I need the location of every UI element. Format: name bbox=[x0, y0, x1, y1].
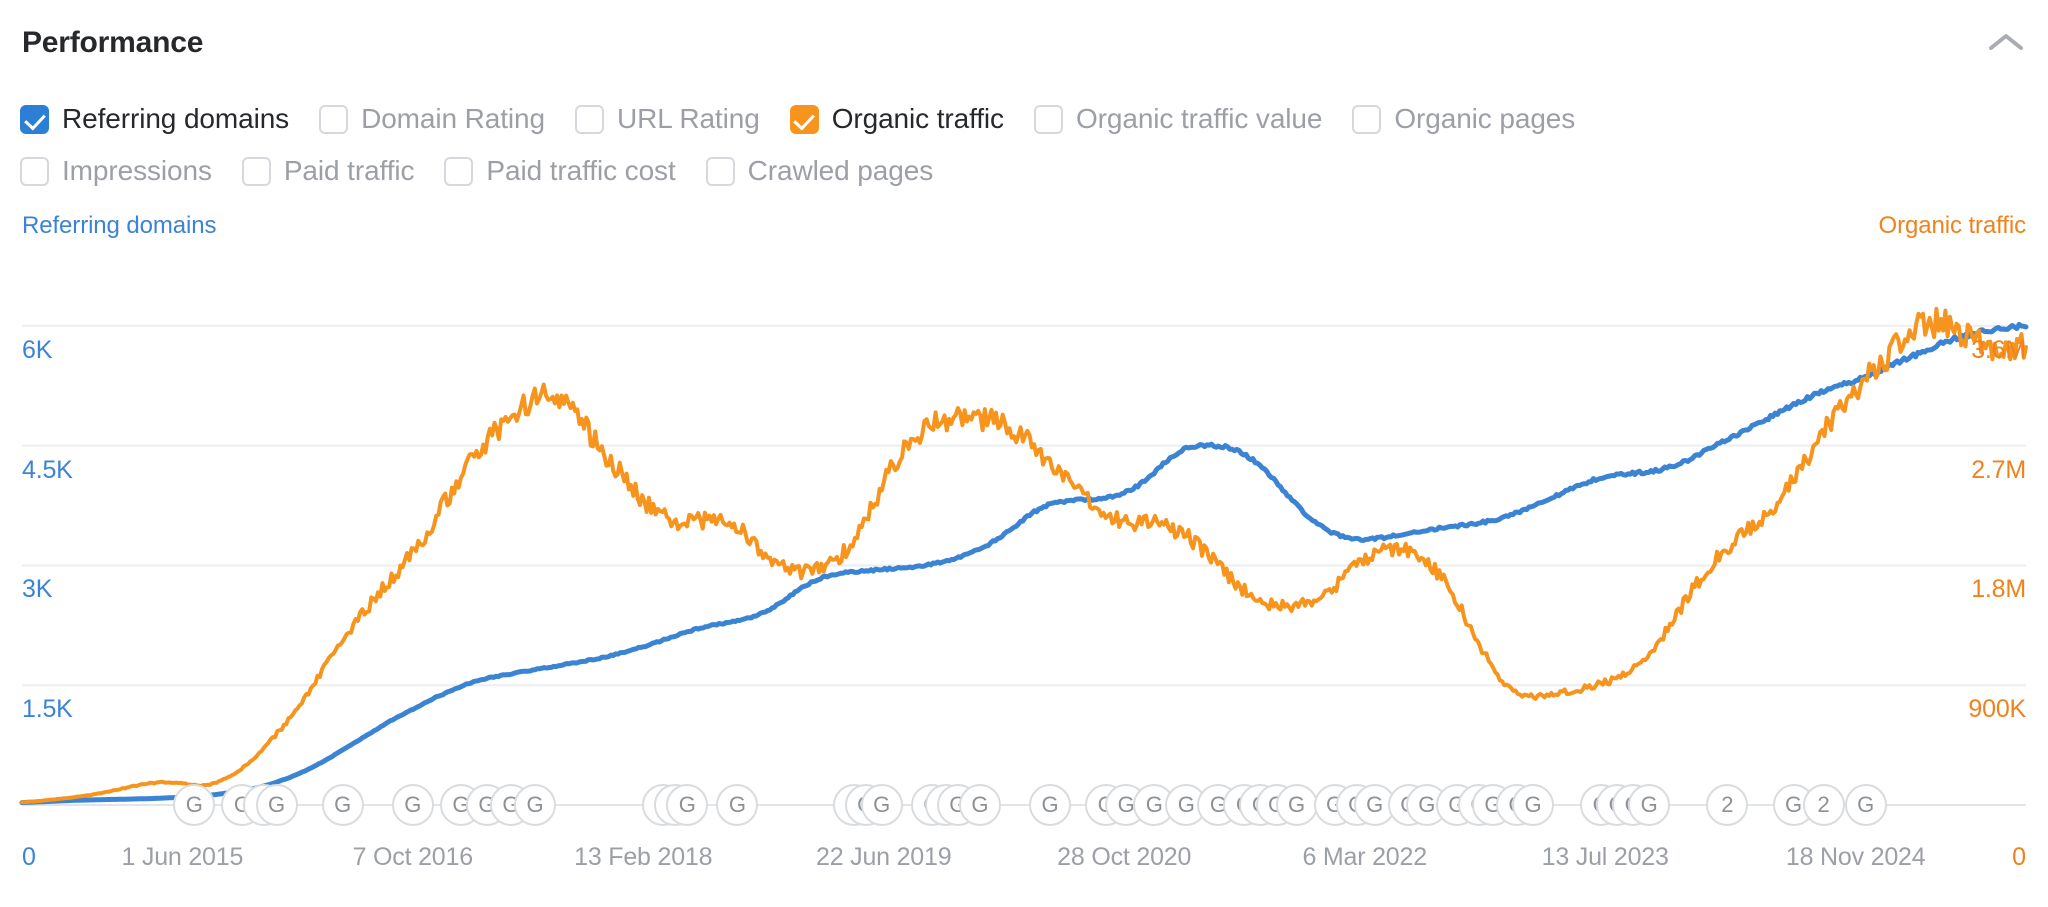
page-title: Performance bbox=[22, 26, 203, 60]
panel-header: Performance bbox=[0, 0, 2048, 76]
metric-label: Domain Rating bbox=[361, 103, 545, 135]
metric-label: Paid traffic cost bbox=[486, 155, 675, 187]
checkbox-icon[interactable] bbox=[1034, 105, 1063, 134]
google-update-badge[interactable]: G bbox=[1276, 784, 1318, 826]
google-update-badge[interactable]: G bbox=[716, 784, 758, 826]
left-axis-tick-label: 3K bbox=[22, 575, 52, 604]
right-axis-tick-label: 1.8M bbox=[1971, 575, 2026, 604]
metric-toggle-impressions[interactable]: Impressions bbox=[20, 155, 212, 187]
metric-toggle-paid-traffic[interactable]: Paid traffic bbox=[242, 155, 415, 187]
checkbox-icon[interactable] bbox=[1352, 105, 1381, 134]
right-axis-zero-label: 0 bbox=[2012, 843, 2026, 872]
metric-toggle-paid-traffic-cost[interactable]: Paid traffic cost bbox=[444, 155, 675, 187]
checkbox-icon[interactable] bbox=[319, 105, 348, 134]
checkbox-icon[interactable] bbox=[20, 105, 49, 134]
metric-toggles: Referring domains Domain Rating URL Rating… bbox=[20, 92, 2030, 196]
x-axis-tick-label: 28 Oct 2020 bbox=[1057, 843, 1191, 872]
x-axis-tick-label: 18 Nov 2024 bbox=[1786, 843, 1926, 872]
series-line-organic-traffic bbox=[22, 309, 2026, 802]
x-axis-tick-label: 13 Jul 2023 bbox=[1542, 843, 1669, 872]
plot-area[interactable] bbox=[0, 260, 2048, 845]
metric-label: Crawled pages bbox=[748, 155, 933, 187]
performance-chart: Referring domains Organic traffic 6K 4.5K… bbox=[0, 200, 2048, 907]
metric-toggle-domain-rating[interactable]: Domain Rating bbox=[319, 103, 545, 135]
x-axis-tick-label: 13 Feb 2018 bbox=[574, 843, 712, 872]
checkbox-icon[interactable] bbox=[706, 157, 735, 186]
left-axis-tick-label: 4.5K bbox=[22, 456, 73, 485]
metric-toggle-organic-pages[interactable]: Organic pages bbox=[1352, 103, 1575, 135]
checkbox-icon[interactable] bbox=[20, 157, 49, 186]
metric-row-2: Impressions Paid traffic Paid traffic cost… bbox=[20, 146, 2030, 196]
x-axis-tick-label: 7 Oct 2016 bbox=[353, 843, 473, 872]
chart-svg bbox=[0, 260, 2048, 845]
metric-label: Organic pages bbox=[1394, 103, 1575, 135]
collapse-panel-button[interactable] bbox=[1982, 22, 2030, 62]
google-update-badge[interactable]: G bbox=[1512, 784, 1554, 826]
google-update-badge[interactable]: G bbox=[1029, 784, 1071, 826]
series-line-referring-domains bbox=[22, 324, 2026, 802]
google-update-badge[interactable]: G bbox=[861, 784, 903, 826]
checkbox-icon[interactable] bbox=[444, 157, 473, 186]
x-axis-tick-label: 6 Mar 2022 bbox=[1302, 843, 1426, 872]
left-axis-title: Referring domains bbox=[22, 212, 216, 240]
x-axis-tick-label: 1 Jun 2015 bbox=[121, 843, 243, 872]
metric-label: Paid traffic bbox=[284, 155, 415, 187]
metric-row-1: Referring domains Domain Rating URL Rating… bbox=[20, 92, 2030, 146]
google-update-badge[interactable]: G bbox=[1845, 784, 1887, 826]
right-axis-tick-label: 2.7M bbox=[1971, 456, 2026, 485]
metric-label: Referring domains bbox=[62, 103, 289, 135]
performance-panel: Performance Referring domains Domain Rati… bbox=[0, 0, 2048, 907]
metric-toggle-url-rating[interactable]: URL Rating bbox=[575, 103, 760, 135]
google-update-badge[interactable]: G bbox=[666, 784, 708, 826]
right-axis-tick-label: 900K bbox=[1968, 695, 2026, 724]
google-update-badge[interactable]: G bbox=[392, 784, 434, 826]
chevron-up-icon bbox=[1989, 32, 2023, 52]
metric-label: Organic traffic bbox=[832, 103, 1004, 135]
update-count-badge[interactable]: 2 bbox=[1803, 784, 1845, 826]
checkbox-icon[interactable] bbox=[575, 105, 604, 134]
google-update-badge[interactable]: G bbox=[514, 784, 556, 826]
google-update-badge[interactable]: G bbox=[256, 784, 298, 826]
left-axis-zero-label: 0 bbox=[22, 843, 36, 872]
checkbox-icon[interactable] bbox=[242, 157, 271, 186]
google-update-badge[interactable]: G bbox=[959, 784, 1001, 826]
google-update-badges: GGGGGGGGGGGGGGGGGGGGGGGGGGGGGGGGGGGGGGGG… bbox=[0, 784, 2048, 830]
x-axis-tick-label: 22 Jun 2019 bbox=[816, 843, 951, 872]
checkbox-icon[interactable] bbox=[790, 105, 819, 134]
google-update-badge[interactable]: G bbox=[1628, 784, 1670, 826]
update-count-badge[interactable]: 2 bbox=[1706, 784, 1748, 826]
metric-label: Impressions bbox=[62, 155, 212, 187]
metric-toggle-organic-traffic-value[interactable]: Organic traffic value bbox=[1034, 103, 1322, 135]
metric-toggle-crawled-pages[interactable]: Crawled pages bbox=[706, 155, 933, 187]
google-update-badge[interactable]: G bbox=[322, 784, 364, 826]
metric-label: URL Rating bbox=[617, 103, 760, 135]
metric-label: Organic traffic value bbox=[1076, 103, 1322, 135]
google-update-badge[interactable]: G bbox=[173, 784, 215, 826]
right-axis-title: Organic traffic bbox=[1879, 212, 2026, 240]
metric-toggle-referring-domains[interactable]: Referring domains bbox=[20, 103, 289, 135]
left-axis-tick-label: 6K bbox=[22, 336, 52, 365]
right-axis-tick-label: 3.6M bbox=[1971, 336, 2026, 365]
metric-toggle-organic-traffic[interactable]: Organic traffic bbox=[790, 103, 1004, 135]
left-axis-tick-label: 1.5K bbox=[22, 695, 73, 724]
